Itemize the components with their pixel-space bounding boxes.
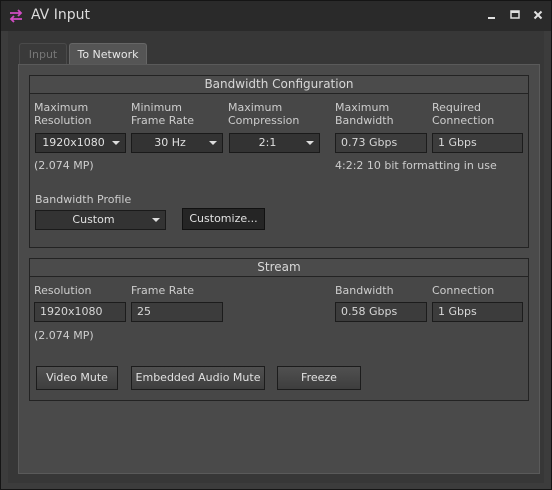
- min-frame-rate-dropdown[interactable]: 30 Hz: [131, 133, 223, 153]
- chevron-down-icon: [306, 141, 314, 145]
- min-frame-rate-value: 30 Hz: [154, 136, 186, 149]
- max-bandwidth-label-line1: Maximum: [335, 101, 390, 114]
- bandwidth-profile-value: Custom: [72, 213, 115, 226]
- bandwidth-profile-dropdown[interactable]: Custom: [35, 210, 166, 230]
- chevron-down-icon: [112, 141, 120, 145]
- to-network-tab-page: Bandwidth Configuration Maximum Resoluti…: [18, 64, 540, 474]
- stream-megapixels: (2.074 MP): [34, 329, 94, 342]
- max-resolution-megapixels: (2.074 MP): [34, 159, 94, 172]
- tab-input[interactable]: Input: [19, 43, 67, 65]
- chevron-down-icon: [209, 141, 217, 145]
- stream-resolution-field: 1920x1080: [34, 302, 126, 322]
- required-connection-label-line2: Connection: [432, 114, 495, 127]
- max-bandwidth-label-line2: Bandwidth: [335, 114, 394, 127]
- max-bandwidth-field: 0.73 Gbps: [335, 133, 427, 153]
- close-icon[interactable]: [531, 8, 545, 22]
- min-frame-rate-label-line1: Minimum: [131, 101, 182, 114]
- title-bar[interactable]: AV Input: [1, 1, 551, 31]
- formatting-note: 4:2:2 10 bit formatting in use: [335, 159, 497, 172]
- stream-resolution-label: Resolution: [34, 284, 92, 297]
- max-resolution-label-line1: Maximum: [34, 101, 89, 114]
- max-compression-label-line1: Maximum: [228, 101, 283, 114]
- stream-header: Stream: [30, 259, 528, 277]
- stream-frame-rate-label: Frame Rate: [131, 284, 194, 297]
- freeze-button[interactable]: Freeze: [277, 366, 361, 390]
- minimize-icon[interactable]: [485, 8, 499, 22]
- stream-bandwidth-label: Bandwidth: [335, 284, 394, 297]
- max-resolution-dropdown[interactable]: 1920x1080: [35, 133, 126, 153]
- required-connection-label-line1: Required: [432, 101, 481, 114]
- stream-frame-rate-field: 25: [131, 302, 223, 322]
- max-compression-value: 2:1: [258, 136, 277, 149]
- required-connection-field: 1 Gbps: [432, 133, 523, 153]
- stream-bandwidth-field: 0.58 Gbps: [335, 302, 427, 322]
- tab-to-network[interactable]: To Network: [69, 43, 147, 65]
- max-compression-label-line2: Compression: [228, 114, 300, 127]
- embedded-audio-mute-button[interactable]: Embedded Audio Mute: [131, 366, 265, 390]
- window-title: AV Input: [31, 7, 90, 23]
- swap-arrows-icon: [9, 9, 23, 23]
- video-mute-button[interactable]: Video Mute: [36, 366, 118, 390]
- bandwidth-configuration-header: Bandwidth Configuration: [30, 76, 528, 94]
- av-input-window: AV Input Input To Network Bandwidth Conf…: [0, 0, 552, 490]
- max-compression-dropdown[interactable]: 2:1: [229, 133, 320, 153]
- stream-group: Stream Resolution 1920x1080 Frame Rate 2…: [29, 258, 529, 401]
- stream-connection-field: 1 Gbps: [432, 302, 523, 322]
- bandwidth-profile-label: Bandwidth Profile: [35, 193, 132, 206]
- chevron-down-icon: [152, 218, 160, 222]
- bandwidth-configuration-group: Bandwidth Configuration Maximum Resoluti…: [29, 75, 529, 248]
- stream-connection-label: Connection: [432, 284, 495, 297]
- min-frame-rate-label-line2: Frame Rate: [131, 114, 194, 127]
- maximize-icon[interactable]: [508, 8, 522, 22]
- customize-button[interactable]: Customize...: [182, 208, 265, 230]
- max-resolution-label-line2: Resolution: [34, 114, 92, 127]
- max-resolution-value: 1920x1080: [42, 136, 105, 149]
